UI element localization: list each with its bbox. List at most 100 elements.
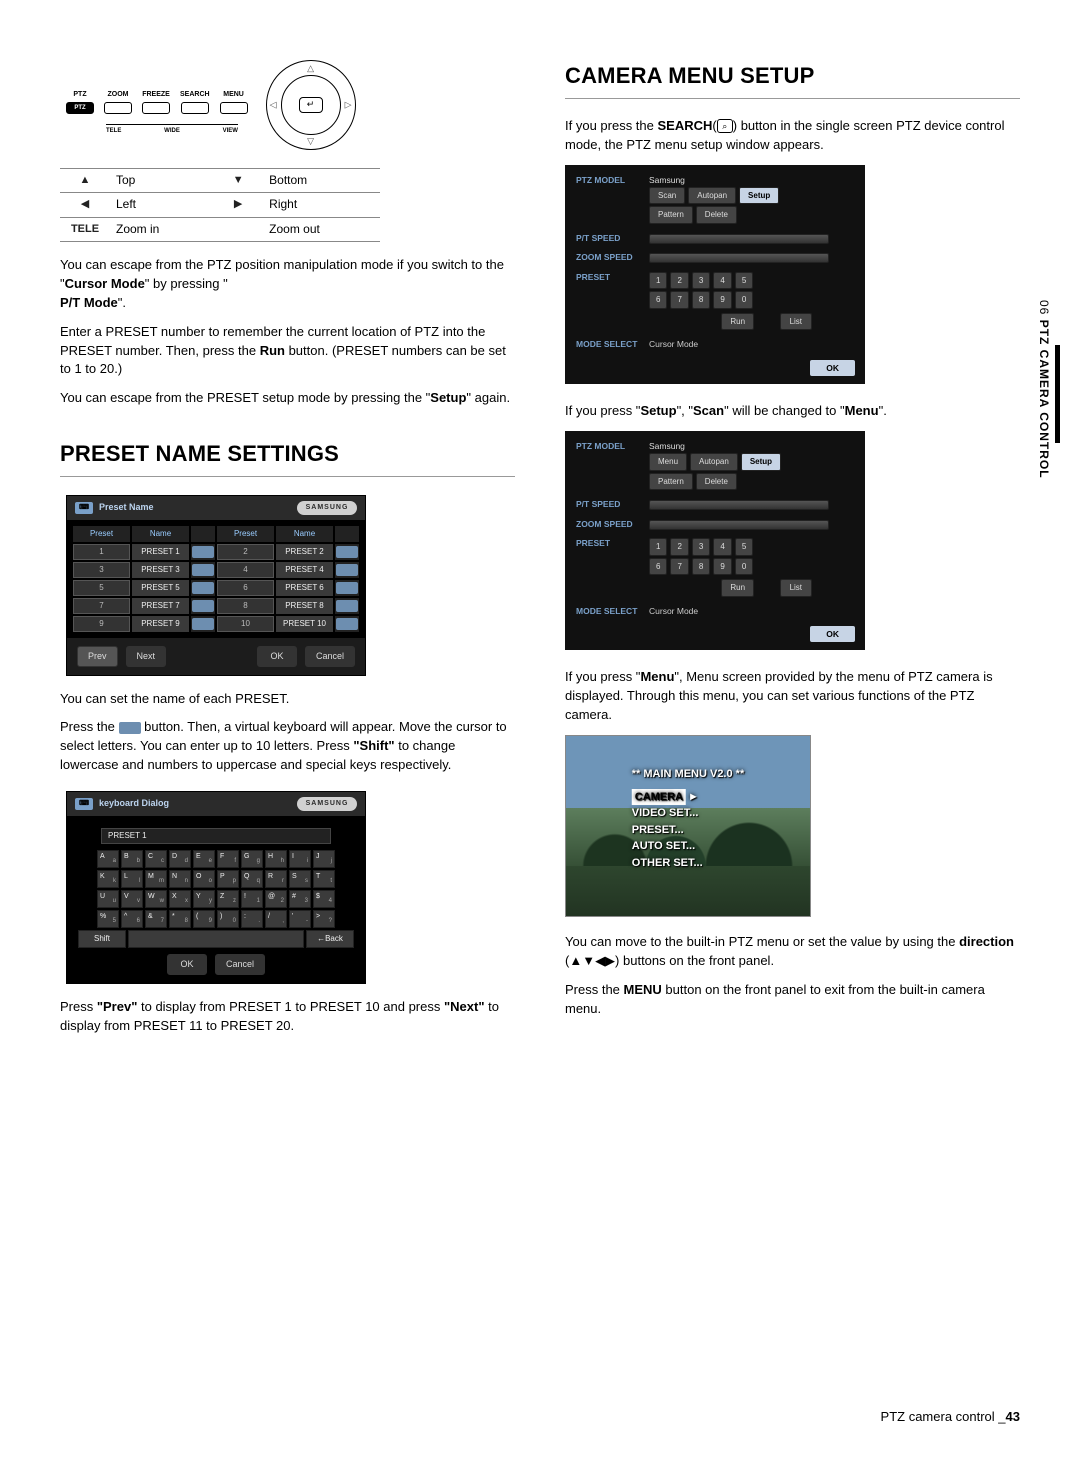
camera-menu-item[interactable]: OTHER SET... <box>632 855 744 872</box>
camera-menu-item[interactable]: AUTO SET... <box>632 838 744 855</box>
cancel-button[interactable]: Cancel <box>305 646 355 667</box>
preset-num-5[interactable]: 5 <box>735 272 753 290</box>
keyboard-icon[interactable] <box>336 600 358 612</box>
key-e[interactable]: Ee <box>193 850 215 868</box>
preset-num[interactable]: 8 <box>217 598 274 614</box>
preset-num-3[interactable]: 3 <box>692 272 710 290</box>
mode-select-value[interactable]: Cursor Mode <box>649 339 698 349</box>
ptz-chip-menu[interactable]: Menu <box>649 453 687 471</box>
next-button[interactable]: Next <box>126 646 167 667</box>
shift-key[interactable]: Shift <box>78 930 126 948</box>
preset-num-6[interactable]: 6 <box>649 558 667 576</box>
preset-num-2[interactable]: 2 <box>670 538 688 556</box>
keyboard-field[interactable]: PRESET 1 <box>101 828 331 844</box>
key-*[interactable]: *8 <box>169 910 191 928</box>
key-/[interactable]: /, <box>265 910 287 928</box>
preset-num-1[interactable]: 1 <box>649 272 667 290</box>
preset-num[interactable]: 6 <box>217 580 274 596</box>
back-key[interactable]: ←Back <box>306 930 354 948</box>
key-r[interactable]: Rr <box>265 870 287 888</box>
preset-num-7[interactable]: 7 <box>670 558 688 576</box>
kb-ok-button[interactable]: OK <box>167 954 207 975</box>
preset-num-4[interactable]: 4 <box>713 272 731 290</box>
key-i[interactable]: Ii <box>289 850 311 868</box>
key-)[interactable]: )0 <box>217 910 239 928</box>
mode-select-value[interactable]: Cursor Mode <box>649 606 698 616</box>
key-l[interactable]: Ll <box>121 870 143 888</box>
key-b[interactable]: Bb <box>121 850 143 868</box>
run-button[interactable]: Run <box>721 313 754 331</box>
preset-num-7[interactable]: 7 <box>670 291 688 309</box>
pt-speed-slider[interactable] <box>649 234 829 244</box>
preset-num-9[interactable]: 9 <box>713 558 731 576</box>
key-x[interactable]: Xx <box>169 890 191 908</box>
zoom-speed-slider[interactable] <box>649 253 829 263</box>
preset-num[interactable]: 2 <box>217 544 274 560</box>
preset-num-9[interactable]: 9 <box>713 291 731 309</box>
ptz-ok-button[interactable]: OK <box>810 360 855 376</box>
key-p[interactable]: Pp <box>217 870 239 888</box>
keyboard-icon[interactable] <box>336 546 358 558</box>
preset-num-2[interactable]: 2 <box>670 272 688 290</box>
key-'[interactable]: '- <box>289 910 311 928</box>
keyboard-icon[interactable] <box>192 600 214 612</box>
space-key[interactable] <box>128 930 304 948</box>
preset-num[interactable]: 3 <box>73 562 130 578</box>
key-v[interactable]: Vv <box>121 890 143 908</box>
key-&[interactable]: &7 <box>145 910 167 928</box>
key-n[interactable]: Nn <box>169 870 191 888</box>
ptz-chip-autopan[interactable]: Autopan <box>690 453 738 471</box>
preset-num-0[interactable]: 0 <box>735 558 753 576</box>
key-z[interactable]: Zz <box>217 890 239 908</box>
preset-num-4[interactable]: 4 <box>713 538 731 556</box>
key-f[interactable]: Ff <box>217 850 239 868</box>
ptz-chip-delete[interactable]: Delete <box>696 473 737 491</box>
key-:[interactable]: :. <box>241 910 263 928</box>
key-@[interactable]: @2 <box>265 890 287 908</box>
key-t[interactable]: Tt <box>313 870 335 888</box>
key-j[interactable]: Jj <box>313 850 335 868</box>
list-button[interactable]: List <box>780 313 812 331</box>
ptz-ok-button[interactable]: OK <box>810 626 855 642</box>
key-q[interactable]: Qq <box>241 870 263 888</box>
camera-menu-item[interactable]: CAMERA► <box>632 789 744 806</box>
ok-button[interactable]: OK <box>257 646 297 667</box>
key-![interactable]: !1 <box>241 890 263 908</box>
key-k[interactable]: Kk <box>97 870 119 888</box>
ptz-chip-scan[interactable]: Scan <box>649 187 685 205</box>
preset-num-3[interactable]: 3 <box>692 538 710 556</box>
preset-num-5[interactable]: 5 <box>735 538 753 556</box>
keyboard-icon[interactable] <box>192 546 214 558</box>
key-o[interactable]: Oo <box>193 870 215 888</box>
camera-menu-item[interactable]: PRESET... <box>632 822 744 839</box>
key-c[interactable]: Cc <box>145 850 167 868</box>
keyboard-icon[interactable] <box>336 618 358 630</box>
keyboard-icon[interactable] <box>336 564 358 576</box>
preset-num-8[interactable]: 8 <box>692 558 710 576</box>
key-a[interactable]: Aa <box>97 850 119 868</box>
key-h[interactable]: Hh <box>265 850 287 868</box>
preset-num[interactable]: 4 <box>217 562 274 578</box>
preset-num[interactable]: 1 <box>73 544 130 560</box>
prev-button[interactable]: Prev <box>77 646 118 667</box>
preset-num[interactable]: 7 <box>73 598 130 614</box>
ptz-chip-delete[interactable]: Delete <box>696 206 737 224</box>
preset-num[interactable]: 9 <box>73 616 130 632</box>
key-s[interactable]: Ss <box>289 870 311 888</box>
preset-num-1[interactable]: 1 <box>649 538 667 556</box>
keyboard-icon[interactable] <box>192 582 214 594</box>
preset-num[interactable]: 10 <box>217 616 274 632</box>
key-#[interactable]: #3 <box>289 890 311 908</box>
keyboard-icon[interactable] <box>336 582 358 594</box>
key-%[interactable]: %5 <box>97 910 119 928</box>
key-m[interactable]: Mm <box>145 870 167 888</box>
zoom-speed-slider[interactable] <box>649 520 829 530</box>
ptz-chip-pattern[interactable]: Pattern <box>649 206 693 224</box>
keyboard-icon[interactable] <box>192 564 214 576</box>
preset-num-8[interactable]: 8 <box>692 291 710 309</box>
ptz-chip-setup[interactable]: Setup <box>739 187 779 205</box>
key-u[interactable]: Uu <box>97 890 119 908</box>
key-y[interactable]: Yy <box>193 890 215 908</box>
ptz-chip-autopan[interactable]: Autopan <box>688 187 736 205</box>
key-([interactable]: (9 <box>193 910 215 928</box>
